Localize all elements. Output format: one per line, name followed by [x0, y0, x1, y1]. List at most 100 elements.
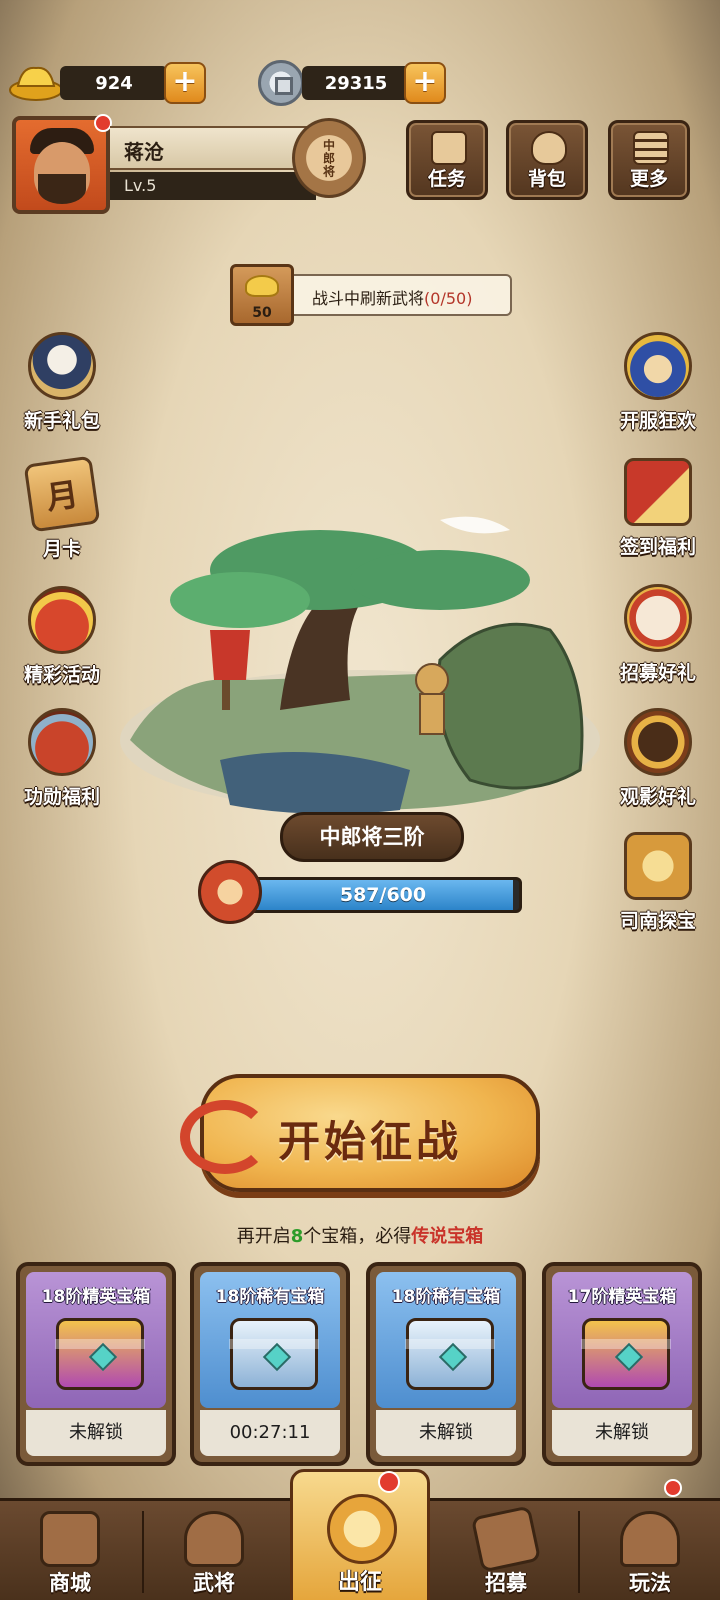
coin-currency: 29315 +	[258, 60, 448, 106]
gold-ingot-icon	[245, 275, 279, 297]
nav-expedition[interactable]: 出征	[290, 1469, 430, 1600]
signin-entry[interactable]: 签到福利	[610, 458, 706, 562]
gold-ingot-icon	[9, 66, 63, 101]
chest-slot[interactable]: 18阶稀有宝箱 00:27:11	[190, 1262, 350, 1466]
video-gift-entry[interactable]: 观影好礼	[610, 708, 706, 812]
compass-treasure-entry[interactable]: 司南探宝	[610, 832, 706, 936]
server-carnival-label: 开服狂欢	[619, 410, 696, 432]
nav-generals[interactable]: 武将	[144, 1501, 284, 1600]
chest-hint-middle: 个宝箱，必得	[303, 1226, 412, 1247]
merit-pouch-icon	[198, 860, 262, 924]
signin-icon	[624, 458, 692, 526]
refresh-general-bar[interactable]: 战斗中刷新武将(0/50)	[258, 274, 512, 316]
add-ingot-button[interactable]: +	[164, 62, 206, 104]
chest-title: 18阶稀有宝箱	[391, 1287, 501, 1307]
chest-slot[interactable]: 18阶稀有宝箱 未解锁	[366, 1262, 526, 1466]
newbie-gift-label: 新手礼包	[23, 410, 100, 432]
chest-status: 未解锁	[26, 1410, 166, 1456]
task-button[interactable]: 任务	[406, 120, 488, 200]
chest-title: 18阶稀有宝箱	[215, 1287, 325, 1307]
chest-hint: 再开启8个宝箱，必得传说宝箱	[0, 1222, 720, 1248]
server-carnival-entry[interactable]: 开服狂欢	[610, 332, 706, 436]
start-battle-button[interactable]: 开始征战	[180, 1074, 540, 1192]
bottom-nav: 商城 武将 出征 招募 玩法	[0, 1469, 720, 1600]
event-bag-icon	[28, 586, 96, 654]
month-card-entry[interactable]: 月 月卡	[14, 455, 110, 564]
nav-generals-label: 武将	[193, 1571, 235, 1595]
start-battle-label: 开始征战	[277, 1117, 462, 1166]
newbie-gift-entry[interactable]: 新手礼包	[14, 332, 110, 436]
chest-title: 18阶精英宝箱	[41, 1287, 151, 1307]
bag-icon	[531, 131, 567, 165]
refresh-general-text: 战斗中刷新武将	[312, 289, 425, 308]
general-helmet-icon	[184, 1511, 244, 1567]
avatar-beard	[38, 174, 86, 204]
chest-panel: 17阶精英宝箱	[552, 1272, 692, 1408]
event-entry[interactable]: 精彩活动	[14, 586, 110, 690]
merit-label: 功勋福利	[23, 786, 100, 808]
server-carnival-icon	[624, 332, 692, 400]
more-button[interactable]: 更多	[608, 120, 690, 200]
nav-shop[interactable]: 商城	[0, 1501, 140, 1600]
chest-status: 未解锁	[376, 1410, 516, 1456]
coin-amount: 29315	[302, 66, 410, 100]
month-card-label: 月卡	[42, 538, 81, 560]
chest-slot[interactable]: 17阶精英宝箱 未解锁	[542, 1262, 702, 1466]
nav-recruit[interactable]: 招募	[436, 1501, 576, 1600]
nav-gameplay-notification-dot	[664, 1479, 682, 1497]
chest-hint-count: 8	[290, 1226, 304, 1247]
pavilion-icon	[620, 1511, 680, 1567]
more-label: 更多	[629, 168, 668, 190]
video-gift-label: 观影好礼	[619, 786, 696, 808]
video-gift-icon	[624, 708, 692, 776]
nav-shop-label: 商城	[49, 1571, 91, 1595]
recruit-scroll-icon	[470, 1505, 542, 1573]
chest-timer: 00:27:11	[200, 1410, 340, 1456]
recruit-gift-label: 招募好礼	[619, 662, 696, 684]
rank-badge-text: 中郎将	[321, 138, 336, 178]
player-avatar[interactable]	[12, 116, 110, 214]
refresh-cost: 50	[252, 305, 272, 321]
nav-expedition-notification-dot	[378, 1471, 400, 1493]
chest-title: 17阶精英宝箱	[567, 1287, 677, 1307]
compass-treasure-label: 司南探宝	[619, 910, 696, 932]
task-label: 任务	[427, 168, 466, 190]
chest-status: 未解锁	[552, 1410, 692, 1456]
training-ground-scene	[120, 516, 600, 814]
month-card-glyph: 月	[43, 474, 81, 518]
refresh-general-progress: (0/50)	[424, 289, 473, 308]
recruit-drum-icon	[624, 584, 692, 652]
newbie-gift-icon	[28, 332, 96, 400]
chest-icon	[405, 1318, 495, 1390]
bag-button[interactable]: 背包	[506, 120, 588, 200]
nav-gameplay-label: 玩法	[629, 1571, 671, 1595]
compass-treasure-icon	[624, 832, 692, 900]
player-name: 蒋沧	[110, 126, 316, 170]
rank-badge[interactable]: 中郎将	[292, 118, 366, 198]
merit-entry[interactable]: 功勋福利	[14, 708, 110, 812]
chest-icon	[581, 1318, 671, 1390]
chest-icon	[55, 1318, 145, 1390]
event-label: 精彩活动	[23, 664, 100, 686]
add-coin-button[interactable]: +	[404, 62, 446, 104]
shop-icon	[40, 1511, 100, 1567]
chest-hint-reward: 传说宝箱	[411, 1226, 484, 1247]
chest-panel: 18阶稀有宝箱	[376, 1272, 516, 1408]
chest-hint-prefix: 再开启	[236, 1226, 291, 1247]
chest-panel: 18阶精英宝箱	[26, 1272, 166, 1408]
bag-label: 背包	[527, 168, 566, 190]
refresh-cost-icon: 50	[230, 264, 294, 326]
player-level: Lv.5	[110, 172, 316, 200]
rank-xp-bar: 587/600	[244, 877, 522, 913]
chest-slot[interactable]: 18阶精英宝箱 未解锁	[16, 1262, 176, 1466]
chest-icon	[229, 1318, 319, 1390]
chest-panel: 18阶稀有宝箱	[200, 1272, 340, 1408]
expedition-icon	[327, 1494, 397, 1564]
copper-coin-icon	[258, 60, 304, 106]
rank-title: 中郎将三阶	[280, 812, 464, 862]
recruit-gift-entry[interactable]: 招募好礼	[610, 584, 706, 688]
nav-expedition-label: 出征	[337, 1570, 382, 1595]
ingot-currency: 924 +	[8, 62, 206, 104]
merit-bag-icon	[28, 708, 96, 776]
nav-gameplay[interactable]: 玩法	[580, 1501, 720, 1600]
